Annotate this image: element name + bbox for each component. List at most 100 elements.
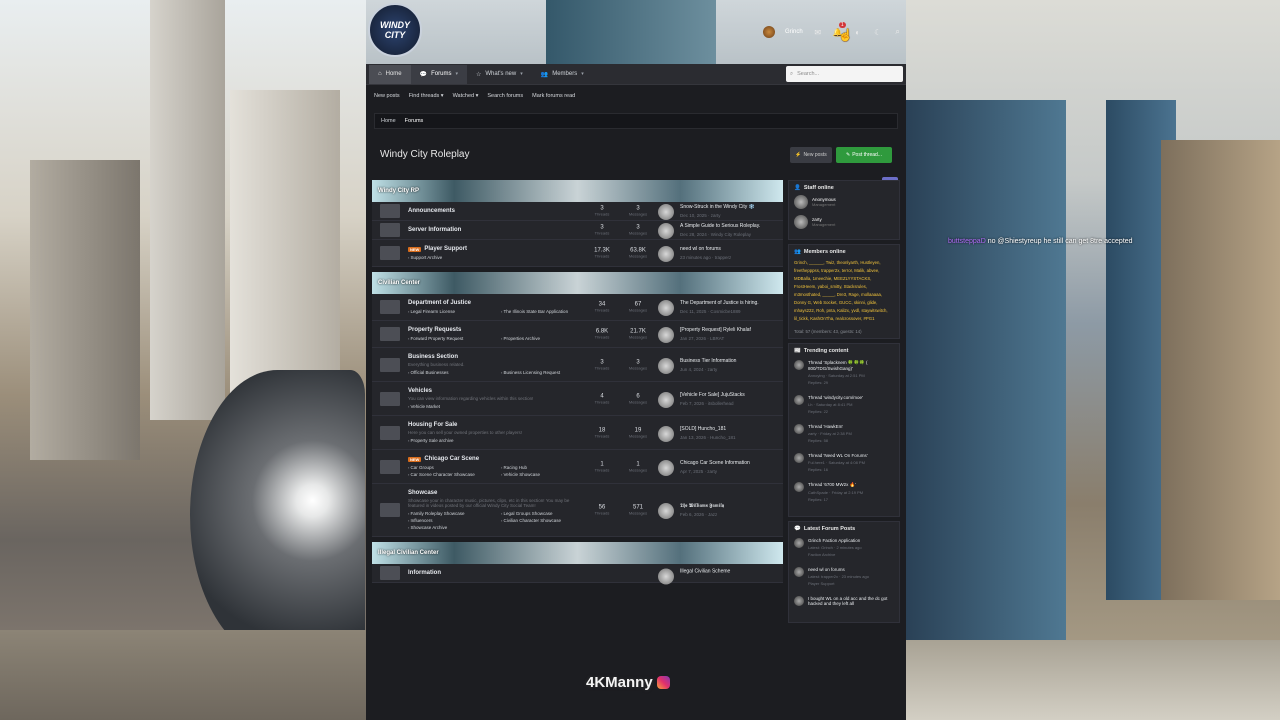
category-header[interactable]: Civilian Center	[372, 272, 783, 294]
forum-node[interactable]: Housing For Sale Here you can sell your o…	[372, 416, 783, 450]
last-post[interactable]: Business Tier Information Jun 4, 2024 · z…	[656, 357, 781, 374]
last-post-title[interactable]: A Simple Guide to Serious Roleplay.	[680, 223, 781, 229]
tab-whats-new[interactable]: ☆ What's new ▾	[467, 65, 532, 84]
user-avatar[interactable]	[763, 26, 775, 38]
trending-item[interactable]: Thread 'Need WL On Forums' Ful.here1 · Sa…	[794, 453, 894, 472]
latest-post-title[interactable]: I bought WL on a old acc and the dc got …	[808, 596, 894, 606]
last-post-title[interactable]: [Vehicle For Sale] JujuStacks	[680, 392, 781, 398]
bookmark-icon[interactable]: ◐	[853, 27, 863, 37]
forum-node[interactable]: Department of JusticeLegal Firearm Licen…	[372, 294, 783, 321]
avatar[interactable]	[794, 538, 804, 548]
trending-title-link[interactable]: Thread 'Need WL On Forums'	[808, 453, 868, 458]
avatar[interactable]	[794, 567, 804, 577]
username[interactable]: Grinch	[785, 29, 803, 35]
avatar[interactable]	[658, 503, 674, 519]
breadcrumb-home[interactable]: Home	[381, 118, 396, 124]
subforum-link[interactable]: Legal Firearm License	[408, 309, 499, 314]
avatar[interactable]	[794, 482, 804, 492]
subnav-mark-read[interactable]: Mark forums read	[532, 93, 575, 99]
tab-forums[interactable]: 💬 Forums ▾	[410, 64, 467, 84]
last-post[interactable]: The Department of Justice is hiring. Dec …	[656, 300, 781, 316]
avatar[interactable]	[658, 246, 674, 262]
subforum-link[interactable]: Vehicle Market	[408, 404, 499, 409]
avatar[interactable]	[658, 459, 674, 476]
avatar[interactable]	[794, 360, 804, 370]
category-header[interactable]: Windy City RP	[372, 180, 783, 202]
post-thread-button[interactable]: ✎ Post thread...	[836, 147, 892, 163]
trending-item[interactable]: Thread 'windycity.com/moe' Lh · Saturday …	[794, 395, 894, 414]
last-post[interactable]: A Simple Guide to Serious Roleplay. Dec 2…	[656, 223, 781, 239]
site-logo[interactable]: WINDY CITY	[368, 3, 422, 57]
subforum-link[interactable]: Official Businesses	[408, 370, 499, 375]
staff-member[interactable]: zarty Management	[794, 215, 894, 229]
forum-node[interactable]: Information Illegal Civilian Scheme	[372, 564, 783, 585]
search-input[interactable]: ⌕ Search...	[786, 66, 903, 82]
last-post[interactable]: 𝕿𝖍𝖊 𝖂𝖎𝖑𝖑𝖎𝖆𝖒𝖘 𝕱𝖆𝖒𝖎𝖑𝖞 Feb 6, 2026 · Jazz	[656, 503, 781, 519]
trending-item[interactable]: Thread 'HawkEm' zarty · Friday at 2:38 PM…	[794, 424, 894, 443]
latest-post-title[interactable]: need wl on forums	[808, 567, 869, 572]
breadcrumb-forums[interactable]: Forums	[405, 118, 424, 124]
last-post[interactable]: need wl on forums 23 minutes ago · trappe…	[656, 246, 781, 262]
latest-post-title[interactable]: Grinch Faction Application	[808, 538, 862, 543]
last-post-title[interactable]: Illegal Civilian Scheme	[680, 569, 781, 575]
subforum-link[interactable]: Car Scene Character Showcase	[408, 472, 499, 477]
last-post-title[interactable]: The Department of Justice is hiring.	[680, 300, 781, 306]
avatar[interactable]	[794, 195, 808, 209]
forum-node[interactable]: Business Section Everything business rela…	[372, 348, 783, 382]
avatar[interactable]	[794, 453, 804, 463]
last-post-title[interactable]: [Property Request] Ryleli Khalaf	[680, 327, 781, 333]
forum-node[interactable]: NEWChicago Car SceneCar GroupsRacing Hub…	[372, 450, 783, 484]
subnav-watched[interactable]: Watched ▾	[453, 93, 479, 99]
avatar[interactable]	[658, 357, 674, 374]
subnav-search-forums[interactable]: Search forums	[487, 93, 523, 99]
subnav-new-posts[interactable]: New posts	[374, 93, 400, 99]
forum-node[interactable]: Server Information 3 Threads 3 Messages A Sim…	[372, 221, 783, 240]
last-post-title[interactable]: Business Tier Information	[680, 358, 781, 364]
latest-post-item[interactable]: need wl on forums Latest: trapper2x · 23 …	[794, 567, 894, 586]
avatar[interactable]	[658, 300, 674, 316]
subforum-link[interactable]: Property Sale archive	[408, 438, 499, 443]
avatar[interactable]	[794, 215, 808, 229]
subforum-link[interactable]: Vehicle Showcase	[501, 472, 592, 477]
category-header[interactable]: Illegal Civilian Center	[372, 542, 783, 564]
tab-members[interactable]: 👥 Members ▾	[532, 65, 593, 84]
last-post[interactable]: [SOLD] Huncho_181 Jan 13, 2026 · Huncho_1…	[656, 425, 781, 442]
moon-icon[interactable]: ☾	[873, 27, 883, 37]
staff-member[interactable]: Anonymous Management	[794, 195, 894, 209]
forum-node[interactable]: Announcements 3 Threads 3 Messages Snow-Struc…	[372, 202, 783, 221]
last-post-title[interactable]: [SOLD] Huncho_181	[680, 426, 781, 432]
trending-item[interactable]: Thread '6700 MW2x 🔥' CathSpade · Friday a…	[794, 482, 894, 502]
latest-post-forum[interactable]: Player Support	[808, 581, 869, 586]
search-icon[interactable]: ⌕	[893, 27, 903, 37]
members-online-list[interactable]: Grinch, ______, Twiz, theonlyarth, Hustl…	[794, 259, 894, 323]
last-post[interactable]: [Vehicle For Sale] JujuStacks Feb 7, 2026…	[656, 391, 781, 408]
avatar[interactable]	[794, 395, 804, 405]
forum-title[interactable]: Showcase	[408, 490, 783, 496]
envelope-icon[interactable]: ✉	[813, 27, 823, 37]
chevron-down-icon[interactable]: ▾	[455, 71, 458, 77]
tab-home[interactable]: ⌂ Home	[369, 64, 411, 84]
avatar[interactable]	[658, 223, 674, 239]
avatar[interactable]	[658, 568, 674, 585]
forum-node[interactable]: Vehicles You can view information regardi…	[372, 382, 783, 416]
trending-title-link[interactable]: Thread 'windycity.com/moe'	[808, 395, 863, 400]
subforum-link[interactable]: Showcase Archive	[408, 525, 499, 530]
subforum-link[interactable]: Family Roleplay Showcase	[408, 511, 499, 516]
subnav-find-threads[interactable]: Find threads ▾	[409, 93, 444, 99]
subforum-link[interactable]: Civilian Character Showcase	[501, 518, 592, 523]
forum-node[interactable]: Showcase Showcase your in character music…	[372, 484, 783, 537]
chevron-down-icon[interactable]: ▾	[581, 71, 584, 77]
latest-post-item[interactable]: I bought WL on a old acc and the dc got …	[794, 596, 894, 608]
forum-node[interactable]: Property RequestsForward Property Reques…	[372, 321, 783, 348]
subforum-link[interactable]: Properties Archive	[501, 336, 592, 341]
avatar[interactable]	[794, 596, 804, 606]
subforum-link[interactable]: Support Archive	[408, 255, 499, 260]
subforum-link[interactable]: Business Licensing Request	[501, 370, 592, 375]
chevron-down-icon[interactable]: ▾	[520, 71, 523, 77]
trending-item[interactable]: Thread 'Splacknem 🍀🍀🍀 ( 800/TDG/SwishGan…	[794, 360, 894, 385]
last-post-title[interactable]: Chicago Car Scene Information	[680, 460, 781, 466]
last-post[interactable]: [Property Request] Ryleli Khalaf Jan 27, …	[656, 327, 781, 343]
avatar[interactable]	[658, 204, 674, 220]
subforum-link[interactable]: Forward Property Request	[408, 336, 499, 341]
subforum-link[interactable]: The Illinois State Bar Application	[501, 309, 592, 314]
